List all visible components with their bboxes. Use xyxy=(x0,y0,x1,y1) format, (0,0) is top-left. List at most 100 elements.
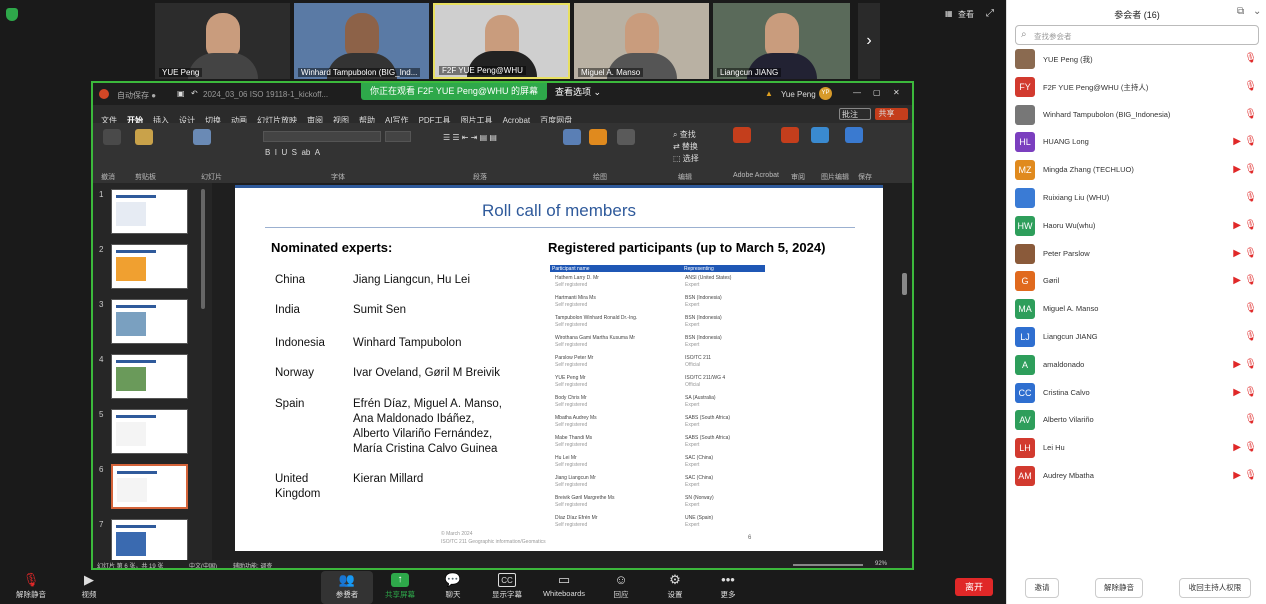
unmute-button[interactable]: 🎙 解除静音 xyxy=(6,571,56,604)
replace-button[interactable]: ⇄ 替换 xyxy=(673,141,698,152)
mic-off-icon[interactable]: 🎙 xyxy=(1244,192,1257,203)
video-tile[interactable]: Miguel A. Manso xyxy=(574,3,709,79)
participant-row[interactable]: FY F2F YUE Peng@WHU (主持人) 🎙 xyxy=(1007,74,1266,101)
slide-thumbnail[interactable] xyxy=(111,189,188,234)
shield-icon[interactable] xyxy=(6,8,18,21)
mic-off-icon[interactable]: 🎙 xyxy=(1244,303,1257,314)
video-off-icon[interactable]: ▶ xyxy=(1233,359,1241,370)
video-tile[interactable]: YUE Peng xyxy=(155,3,290,79)
panel-scrollbar[interactable] xyxy=(201,189,205,309)
participant-row[interactable]: G Gøril 🎙 ▶ xyxy=(1007,268,1266,295)
save-baidu-button[interactable] xyxy=(845,127,863,143)
mic-off-icon[interactable]: 🎙 xyxy=(1244,275,1257,286)
view-options-button[interactable]: 查看选项 ⌄ xyxy=(555,85,601,98)
more-button[interactable]: ••• 更多 xyxy=(703,571,753,604)
zoom-level[interactable]: 92% xyxy=(875,561,887,567)
minimize-icon[interactable]: — xyxy=(853,88,861,97)
participant-row[interactable]: HW Haoru Wu(whu) 🎙 ▶ xyxy=(1007,213,1266,240)
participant-row[interactable]: MA Miguel A. Manso 🎙 xyxy=(1007,296,1266,323)
chat-button[interactable]: 💬 聊天 xyxy=(428,571,478,604)
font-name-box[interactable] xyxy=(263,131,381,142)
video-off-icon[interactable]: ▶ xyxy=(1233,275,1241,286)
mic-off-icon[interactable]: 🎙 xyxy=(1244,81,1257,92)
slide-thumbnail[interactable] xyxy=(111,299,188,344)
font-format-buttons[interactable]: B I U S ab A xyxy=(265,148,320,157)
share-button[interactable]: 共享 xyxy=(875,108,908,120)
video-off-icon[interactable]: ▶ xyxy=(1233,164,1241,175)
mic-off-icon[interactable]: 🎙 xyxy=(1244,414,1257,425)
find-button[interactable]: ⌕ 查找 xyxy=(673,129,696,140)
participant-row[interactable]: Peter Parslow 🎙 ▶ xyxy=(1007,241,1266,268)
comment-button[interactable]: 批注 xyxy=(839,108,871,120)
video-button[interactable]: ▶ 视频 xyxy=(64,571,114,604)
leave-button[interactable]: 离开 xyxy=(955,578,993,596)
maximize-icon[interactable]: ▢ xyxy=(873,88,881,97)
zoom-slider[interactable] xyxy=(793,564,863,566)
video-off-icon[interactable]: ▶ xyxy=(1233,442,1241,453)
reactions-button[interactable]: ☺ 回应 xyxy=(596,571,646,604)
participant-row[interactable]: HL HUANG Long 🎙 ▶ xyxy=(1007,129,1266,156)
video-off-icon[interactable]: ▶ xyxy=(1233,248,1241,259)
mic-off-icon[interactable]: 🎙 xyxy=(1244,109,1257,120)
select-button[interactable]: ⬚ 选择 xyxy=(673,153,699,164)
share-screen-button[interactable]: ↑ 共享屏幕 xyxy=(375,571,425,604)
mic-off-icon[interactable]: 🎙 xyxy=(1244,53,1257,64)
mic-off-icon[interactable]: 🎙 xyxy=(1244,164,1257,175)
slide-thumbnail[interactable] xyxy=(111,354,188,399)
video-off-icon[interactable]: ▶ xyxy=(1233,220,1241,231)
participant-row[interactable]: LH Lei Hu 🎙 ▶ xyxy=(1007,435,1266,462)
save-icon[interactable]: ▣ xyxy=(177,89,185,98)
unmute-all-button[interactable]: 解除静音 xyxy=(1095,578,1143,598)
slide-thumbnail[interactable] xyxy=(111,519,188,564)
participant-row[interactable]: LJ Liangcun JIANG 🎙 xyxy=(1007,324,1266,351)
mic-off-icon[interactable]: 🎙 xyxy=(1244,442,1257,453)
mic-off-icon[interactable]: 🎙 xyxy=(1244,359,1257,370)
participant-row[interactable]: MZ Mingda Zhang (TECHLUO) 🎙 ▶ xyxy=(1007,157,1266,184)
shapes-button[interactable] xyxy=(563,129,581,145)
autosave-toggle[interactable]: 自动保存 ● xyxy=(117,90,156,101)
font-size-box[interactable] xyxy=(385,131,411,142)
video-tile[interactable]: Winhard Tampubolon (BIG_Ind... xyxy=(294,3,429,79)
invite-button[interactable]: 邀请 xyxy=(1025,578,1059,598)
paste-button[interactable] xyxy=(135,129,153,145)
paragraph-buttons[interactable]: ☰ ☰ ⇤ ⇥ ▤ ▤ xyxy=(443,133,497,142)
participant-row[interactable]: Ruixiang Liu (WHU) 🎙 xyxy=(1007,185,1266,212)
arrange-button[interactable] xyxy=(589,129,607,145)
settings-button[interactable]: ⚙ 设置 xyxy=(650,571,700,604)
fullscreen-icon[interactable]: ⤢ xyxy=(986,8,994,19)
participant-row[interactable]: Aamaldonado 🎙 ▶ xyxy=(1007,352,1266,379)
create-pdf-button[interactable] xyxy=(733,127,751,143)
mic-off-icon[interactable]: 🎙 xyxy=(1244,470,1257,481)
slide-thumbnail[interactable] xyxy=(111,244,188,289)
next-tiles-button[interactable]: › xyxy=(858,3,880,79)
video-off-icon[interactable]: ▶ xyxy=(1233,470,1241,481)
video-tile[interactable]: Liangcun JIANG xyxy=(713,3,850,79)
participants-button[interactable]: 👥16 参会者 xyxy=(321,571,373,604)
new-slide-button[interactable] xyxy=(193,129,211,145)
mic-off-icon[interactable]: 🎙 xyxy=(1244,331,1257,342)
mic-off-icon[interactable]: 🎙 xyxy=(1244,387,1257,398)
mic-off-icon[interactable]: 🎙 xyxy=(1244,248,1257,259)
video-tile-active[interactable]: F2F YUE Peng@WHU xyxy=(433,3,570,79)
image-edit-button[interactable] xyxy=(811,127,829,143)
canvas-scrollbar[interactable] xyxy=(902,273,907,295)
quick-styles-button[interactable] xyxy=(617,129,635,145)
participant-row[interactable]: AM Audrey Mbatha 🎙 ▶ xyxy=(1007,463,1266,490)
video-off-icon[interactable]: ▶ xyxy=(1233,387,1241,398)
user-avatar[interactable]: YP xyxy=(819,87,832,100)
participant-row[interactable]: Winhard Tampubolon (BIG_Indonesia) 🎙 xyxy=(1007,102,1266,129)
undo-icon[interactable]: ↶ xyxy=(191,89,198,98)
participant-row[interactable]: CC Cristina Calvo 🎙 ▶ xyxy=(1007,380,1266,407)
batch-pdf-button[interactable] xyxy=(781,127,799,143)
slide-thumbnail[interactable] xyxy=(111,464,188,509)
mic-off-icon[interactable]: 🎙 xyxy=(1244,136,1257,147)
view-button[interactable]: 查看 xyxy=(958,9,974,20)
reclaim-host-button[interactable]: 收回主持人权限 xyxy=(1179,578,1251,598)
undo-button[interactable] xyxy=(103,129,121,145)
slide-thumbnail[interactable] xyxy=(111,409,188,454)
close-icon[interactable]: ✕ xyxy=(893,88,900,97)
captions-button[interactable]: CC 显示字幕 xyxy=(482,571,532,604)
whiteboards-button[interactable]: ▭ Whiteboards xyxy=(538,571,590,604)
video-off-icon[interactable]: ▶ xyxy=(1233,136,1241,147)
close-panel-icon[interactable]: ⌄ xyxy=(1253,6,1261,17)
